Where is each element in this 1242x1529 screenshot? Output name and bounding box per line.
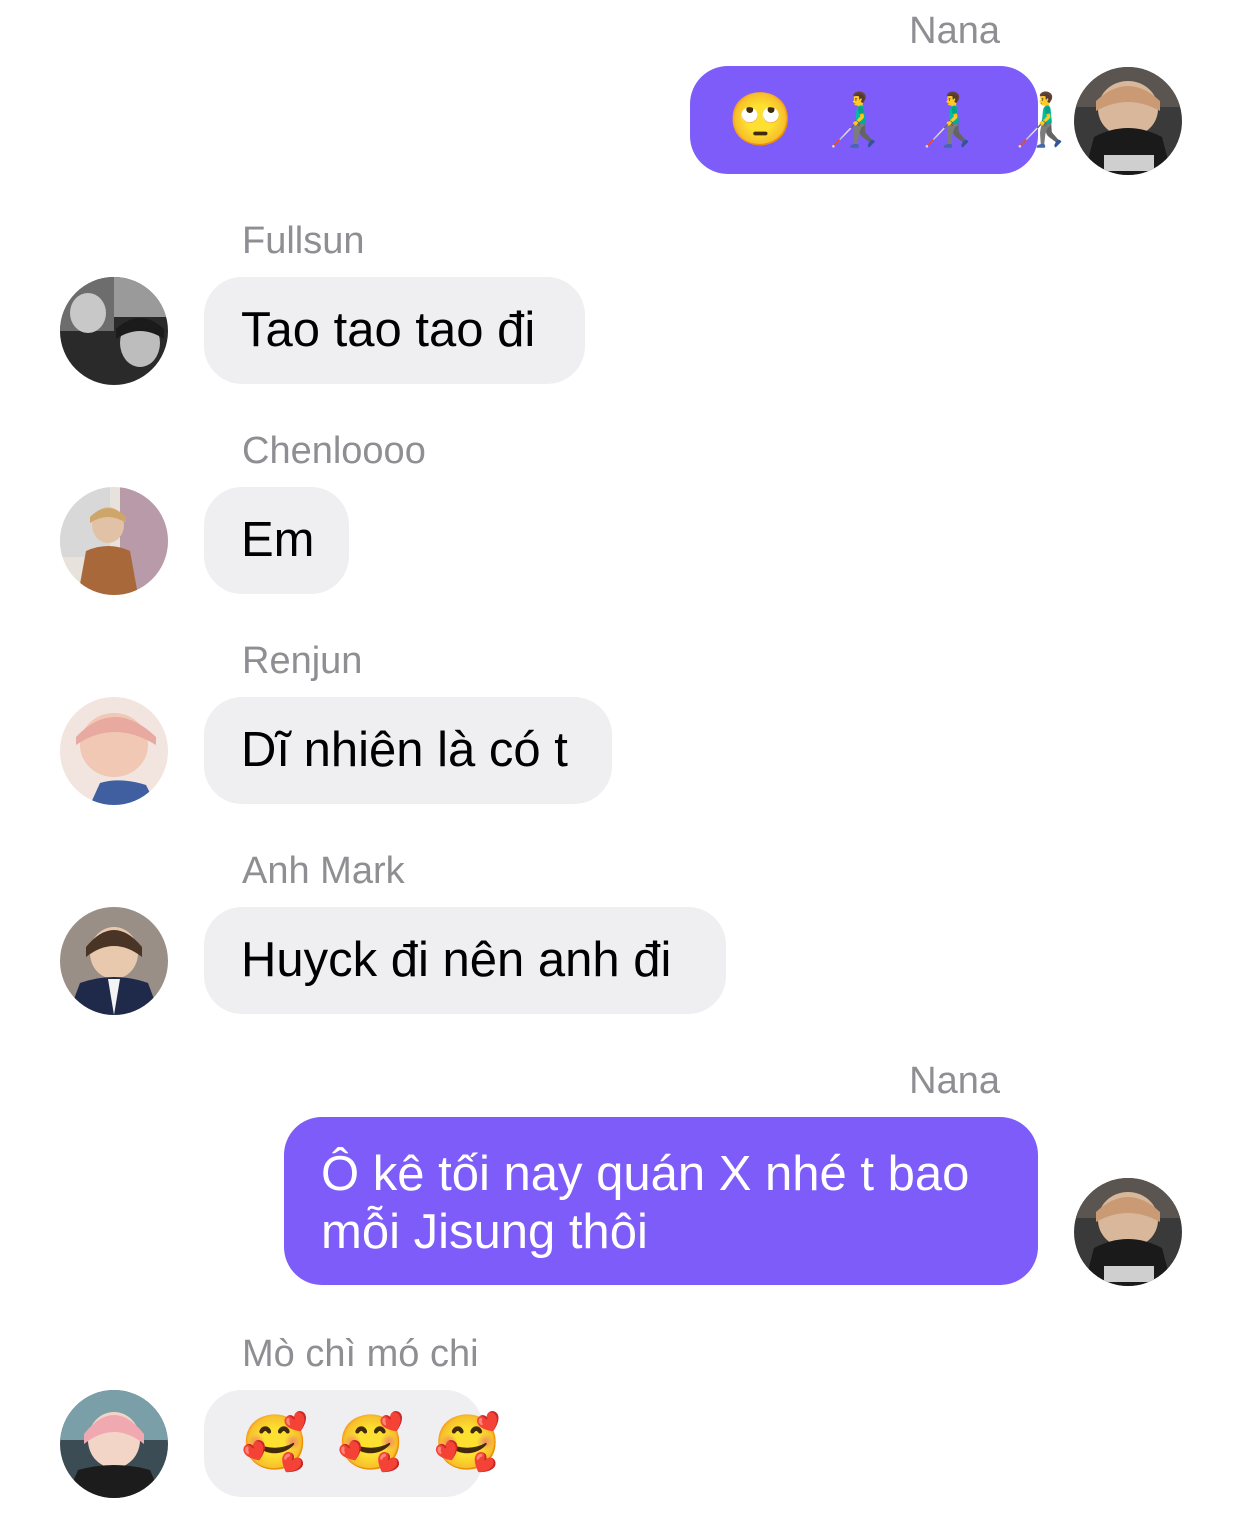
sender-name: Anh Mark (242, 850, 405, 892)
message-bubble-incoming[interactable]: Em (204, 487, 349, 594)
avatar-nana[interactable] (1074, 67, 1182, 175)
message-bubble-incoming[interactable]: Tao tao tao đi (204, 277, 585, 384)
sender-name: Mò chì mó chi (242, 1333, 479, 1375)
message-bubble-incoming[interactable]: Dĩ nhiên là có t (204, 697, 612, 804)
sender-name: Nana (909, 1060, 1000, 1102)
message-bubble-incoming[interactable]: Huyck đi nên anh đi (204, 907, 726, 1014)
message-bubble-outgoing[interactable]: 🙄 👨‍🦯 👨‍🦯 👨‍🦯 (690, 66, 1073, 174)
sender-name: Renjun (242, 640, 363, 682)
avatar-nana[interactable] (1074, 1178, 1182, 1286)
avatar-fullsun[interactable] (60, 277, 168, 385)
sender-name: Fullsun (242, 220, 365, 262)
avatar-mo-chi-mo-chi[interactable] (60, 1390, 168, 1498)
message-bubble-incoming[interactable]: 🥰 🥰 🥰 (204, 1390, 501, 1497)
avatar-renjun[interactable] (60, 697, 168, 805)
message-bubble-outgoing[interactable]: Ô kê tối nay quán X nhé t bao mỗi Jisung… (284, 1117, 1038, 1285)
sender-name: Nana (909, 10, 1000, 52)
avatar-chenloooo[interactable] (60, 487, 168, 595)
avatar-anh-mark[interactable] (60, 907, 168, 1015)
sender-name: Chenloooo (242, 430, 426, 472)
